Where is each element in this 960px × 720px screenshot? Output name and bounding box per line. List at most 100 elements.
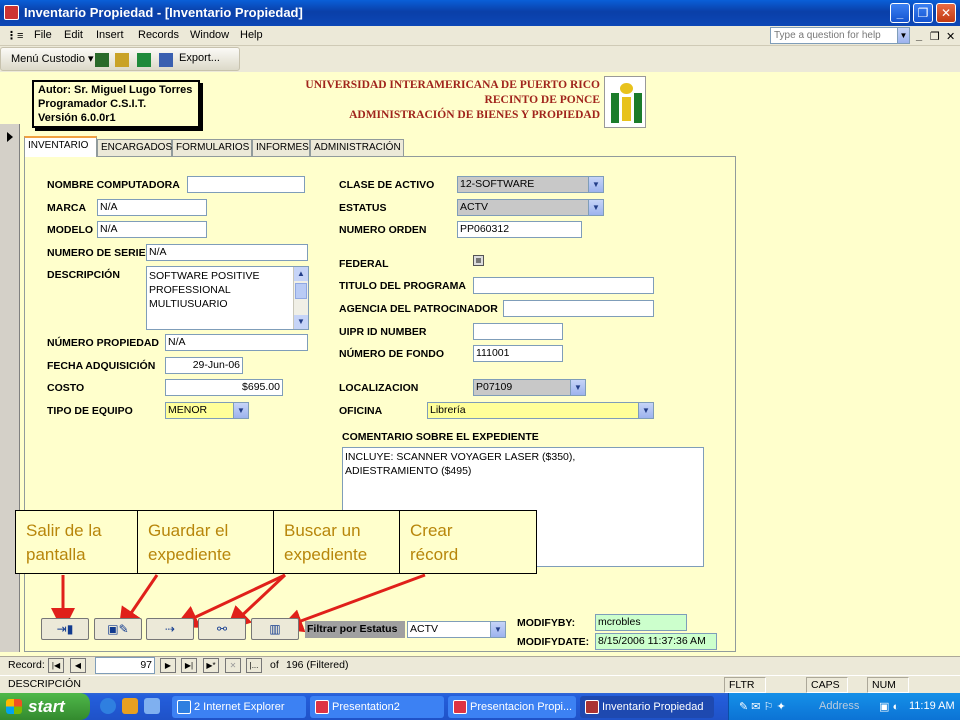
system-tray: ✎ ✉ ⚐ ✦ Address ▣ ◐ 11:19 AM [728, 693, 960, 720]
callout-text: expediente [148, 545, 232, 564]
task-inventario[interactable]: Inventario Propiedad [580, 696, 714, 718]
costo-input[interactable]: $695.00 [165, 379, 283, 396]
first-record-button[interactable]: |◀ [48, 658, 64, 673]
menu-file[interactable]: File [34, 29, 52, 41]
tab-inventario[interactable]: INVENTARIO [24, 136, 97, 157]
task-presentacion[interactable]: Presentacion Propi... [448, 696, 576, 718]
numero-propiedad-input[interactable]: N/A [165, 334, 308, 351]
doc-minimize-button[interactable]: _ [916, 30, 922, 42]
task-presentation2[interactable]: Presentation2 [310, 696, 444, 718]
chevron-down-icon[interactable]: ▼ [233, 403, 248, 418]
chevron-down-icon[interactable]: ▼ [588, 200, 603, 215]
doc-close-button[interactable]: ✕ [946, 30, 955, 43]
localizacion-select[interactable]: P07109 ▼ [473, 379, 586, 396]
costo-label: COSTO [47, 382, 85, 394]
agencia-input[interactable] [503, 300, 654, 317]
book-icon: ▥ [269, 622, 281, 636]
task-internet-explorer[interactable]: 2 Internet Explorer [172, 696, 306, 718]
next-record-button[interactable]: ▶ [160, 658, 176, 673]
record-list-button[interactable]: |... [246, 658, 262, 673]
scroll-up-icon[interactable]: ▲ [294, 267, 308, 281]
scroll-down-icon[interactable]: ▼ [294, 315, 308, 329]
numero-serie-input[interactable]: N/A [146, 244, 308, 261]
tab-encargados[interactable]: ENCARGADOS [97, 139, 172, 156]
logo-dot [620, 83, 633, 94]
descripcion-textarea[interactable]: SOFTWARE POSITIVE PROFESSIONAL MULTIUSUA… [146, 266, 309, 330]
media-quicklaunch-icon[interactable] [122, 698, 138, 714]
help-dropdown-icon[interactable]: ▼ [897, 28, 909, 43]
help-search-input[interactable]: Type a question for help ▼ [770, 27, 910, 44]
goto-button[interactable]: ⇢ [146, 618, 194, 640]
edit-icon[interactable] [115, 53, 129, 67]
chevron-down-icon[interactable]: ▼ [638, 403, 653, 418]
callout-guardar: Guardar el expediente [138, 511, 274, 573]
new-record-nav-button[interactable]: ▶* [203, 658, 219, 673]
oficina-select[interactable]: Librería ▼ [427, 402, 654, 419]
tray-status-icons[interactable]: ▣ ◐ [879, 700, 899, 713]
powerpoint-icon [315, 700, 329, 714]
windows-flag-icon [6, 699, 22, 714]
last-record-button[interactable]: ▶| [181, 658, 197, 673]
chevron-down-icon[interactable]: ▼ [490, 622, 505, 637]
chevron-down-icon[interactable]: ▼ [570, 380, 585, 395]
filter-status-select[interactable]: ACTV ▼ [407, 621, 506, 638]
clock[interactable]: 11:19 AM [909, 700, 955, 712]
oficina-label: OFICINA [339, 405, 383, 417]
menu-help[interactable]: Help [240, 29, 263, 41]
tab-formularios[interactable]: FORMULARIOS [172, 139, 252, 156]
access-app-icon[interactable] [4, 5, 19, 20]
titulo-programa-input[interactable] [473, 277, 654, 294]
exit-button[interactable]: ⇥▮ [41, 618, 89, 640]
restore-button[interactable]: ❐ [913, 3, 933, 23]
current-record-input[interactable]: 97 [95, 657, 155, 674]
estatus-select[interactable]: ACTV ▼ [457, 199, 604, 216]
descripcion-scrollbar[interactable]: ▲ ▼ [293, 267, 308, 329]
uipr-id-input[interactable] [473, 323, 563, 340]
menu-bar: ⋮≡ File Edit Insert Records Window Help … [0, 26, 960, 46]
numero-fondo-input[interactable]: 111001 [473, 345, 563, 362]
ie-icon [177, 700, 191, 714]
menu-window[interactable]: Window [190, 29, 229, 41]
tab-administracion[interactable]: ADMINISTRACIÓN [310, 139, 404, 156]
new-record-button[interactable]: ▥ [251, 618, 299, 640]
close-button[interactable]: ✕ [936, 3, 956, 23]
annotation-callouts: Salir de la pantalla Guardar el expedien… [15, 510, 537, 574]
doc-restore-button[interactable]: ❐ [930, 30, 940, 43]
menu-custodio-button[interactable]: Menú Custodio ▾ [11, 52, 94, 65]
minimize-button[interactable]: _ [890, 3, 910, 23]
tab-informes[interactable]: INFORMES [252, 139, 310, 156]
address-label: Address [819, 700, 860, 712]
desktop-quicklaunch-icon[interactable] [144, 698, 160, 714]
export-button[interactable]: Export... [179, 52, 220, 64]
delete-record-button[interactable]: ✕ [225, 658, 241, 673]
tray-icons[interactable]: ✎ ✉ ⚐ ✦ [739, 700, 786, 713]
marca-input[interactable]: N/A [97, 199, 207, 216]
filter-status-value: ACTV [410, 623, 439, 635]
federal-checkbox[interactable] [473, 255, 484, 266]
nombre-computadora-input[interactable] [187, 176, 305, 193]
ie-quicklaunch-icon[interactable] [100, 698, 116, 714]
save-button[interactable]: ▣✎ [94, 618, 142, 640]
university-logo [604, 76, 646, 128]
fecha-adquisicion-label: FECHA ADQUISICIÓN [47, 360, 156, 372]
scroll-thumb[interactable] [295, 283, 307, 299]
prev-record-button[interactable]: ◀ [70, 658, 86, 673]
agencia-label: AGENCIA DEL PATROCINADOR [339, 303, 498, 315]
tipo-equipo-select[interactable]: MENOR ▼ [165, 402, 249, 419]
start-button[interactable]: start [0, 693, 90, 720]
find-button[interactable]: ⚯ [198, 618, 246, 640]
modelo-input[interactable]: N/A [97, 221, 207, 238]
menu-insert[interactable]: Insert [96, 29, 124, 41]
numero-serie-label: NUMERO DE SERIE [47, 247, 146, 259]
exit-door-icon: ⇥▮ [56, 622, 74, 636]
excel-icon[interactable] [137, 53, 151, 67]
report-icon[interactable] [95, 53, 109, 67]
menu-records[interactable]: Records [138, 29, 179, 41]
estatus-label: ESTATUS [339, 202, 387, 214]
chevron-down-icon[interactable]: ▼ [588, 177, 603, 192]
clase-activo-select[interactable]: 12-SOFTWARE ▼ [457, 176, 604, 193]
fecha-adquisicion-input[interactable]: 29-Jun-06 [165, 357, 243, 374]
menu-edit[interactable]: Edit [64, 29, 83, 41]
word-icon[interactable] [159, 53, 173, 67]
numero-orden-input[interactable]: PP060312 [457, 221, 582, 238]
